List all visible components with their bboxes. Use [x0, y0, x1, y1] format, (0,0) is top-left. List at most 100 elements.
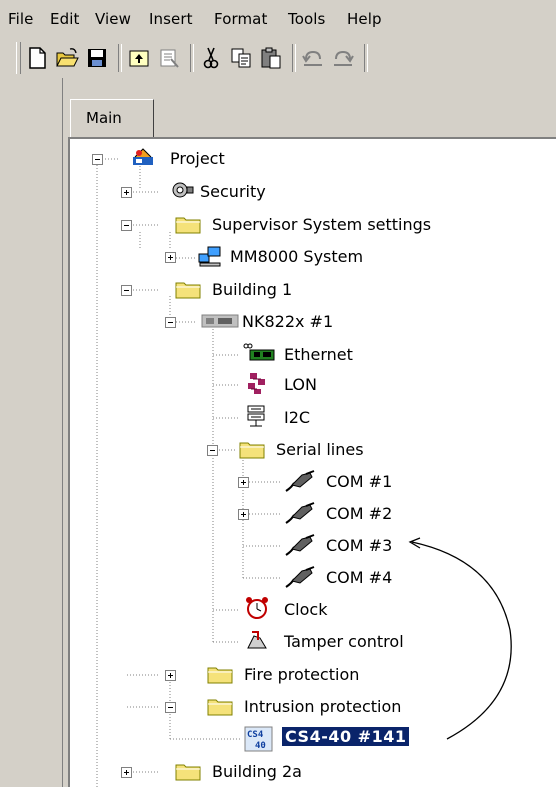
new-document-icon[interactable] [24, 45, 50, 71]
controller-icon [200, 309, 240, 333]
tree-node-com4[interactable]: COM #4 [282, 564, 422, 592]
project-icon [130, 145, 158, 169]
expand-building-2a[interactable] [121, 767, 132, 778]
expand-com1[interactable] [238, 477, 249, 488]
tree-node-supervisor-settings[interactable]: Supervisor System settings [168, 211, 508, 239]
badge-line2-text: 40 [255, 741, 266, 751]
toolbar-separator [364, 44, 368, 72]
collapse-intrusion-protection[interactable] [165, 702, 176, 713]
tree-node-label: NK822x #1 [242, 312, 334, 331]
tree-node-security[interactable]: Security [168, 178, 308, 206]
tree-node-label: Building 1 [212, 280, 293, 299]
collapse-serial-lines[interactable] [207, 445, 218, 456]
collapse-building-1[interactable] [121, 285, 132, 296]
redo-icon[interactable] [330, 45, 356, 71]
serial-cable-icon [284, 501, 318, 525]
save-disk-icon[interactable] [84, 45, 110, 71]
toolbar-separator [118, 44, 122, 72]
tree-node-lon[interactable]: LON [240, 371, 360, 399]
collapse-project[interactable] [92, 154, 103, 165]
copy-icon[interactable] [228, 45, 254, 71]
ethernet-card-icon [242, 341, 276, 365]
tree-node-fire-protection[interactable]: Fire protection [200, 661, 400, 689]
tree-node-tamper-control[interactable]: Tamper control [240, 628, 440, 656]
i2c-bus-icon [244, 404, 272, 428]
tab-main-label: Main [86, 109, 122, 127]
toolbar [0, 38, 556, 78]
tree-node-label-selected: CS4-40 #141 [282, 727, 410, 746]
tree-node-label: Security [200, 182, 266, 201]
tree-node-label: I2C [284, 408, 311, 427]
tree-node-com2[interactable]: COM #2 [282, 500, 422, 528]
tree-node-label: LON [284, 375, 317, 394]
menu-edit[interactable]: Edit [50, 10, 79, 28]
menu-view[interactable]: View [95, 10, 131, 28]
tree-node-label: Clock [284, 600, 328, 619]
tree-node-building-1[interactable]: Building 1 [168, 276, 308, 304]
menu-bar: File Edit View Insert Format Tools Help [0, 0, 556, 38]
expand-fire-protection[interactable] [165, 670, 176, 681]
tree-node-project[interactable]: Project [118, 145, 248, 173]
tamper-hand-icon [244, 628, 272, 652]
tree-node-nk822x[interactable]: NK822x #1 [200, 308, 370, 336]
toolbar-separator [292, 44, 296, 72]
serial-cable-icon [284, 565, 318, 589]
tree-node-i2c[interactable]: I2C [240, 404, 360, 432]
tree-node-com1[interactable]: COM #1 [282, 468, 422, 496]
tree-node-label: COM #1 [326, 472, 393, 491]
tree-node-ethernet[interactable]: Ethernet [240, 341, 400, 369]
tree-node-clock[interactable]: Clock [240, 596, 360, 624]
tab-main[interactable]: Main [70, 99, 154, 137]
left-panel [0, 78, 62, 787]
tree-node-label: COM #4 [326, 568, 393, 587]
paste-icon[interactable] [258, 45, 284, 71]
lon-network-icon [244, 371, 272, 395]
toolbar-separator [190, 44, 194, 72]
tree-node-mm8000-system[interactable]: MM8000 System [180, 243, 420, 271]
tree-node-cs4-40[interactable]: CS4 40 CS4-40 #141 [244, 725, 464, 753]
tree-node-label: Building 2a [212, 762, 302, 781]
tree-node-label: Intrusion protection [244, 697, 402, 716]
cs4-40-module-icon: CS4 40 [244, 726, 274, 752]
toolbar-grip[interactable] [16, 42, 21, 74]
tree-node-serial-lines[interactable]: Serial lines [238, 436, 400, 464]
collapse-supervisor-settings[interactable] [121, 220, 132, 231]
undo-icon[interactable] [300, 45, 326, 71]
alarm-clock-icon [244, 596, 272, 620]
menu-tools[interactable]: Tools [288, 10, 325, 28]
tree-node-label: COM #2 [326, 504, 393, 523]
tree-node-com3[interactable]: COM #3 [282, 532, 422, 560]
tree-node-label: Fire protection [244, 665, 360, 684]
menu-insert[interactable]: Insert [149, 10, 193, 28]
insert-object-icon[interactable] [126, 45, 152, 71]
open-folder-icon[interactable] [54, 45, 80, 71]
security-icon [168, 178, 196, 202]
tree-node-intrusion-protection[interactable]: Intrusion protection [200, 693, 460, 721]
expand-security[interactable] [121, 187, 132, 198]
folder-icon [238, 437, 266, 461]
folder-icon [174, 759, 202, 783]
expand-mm8000-system[interactable] [165, 252, 176, 263]
tree-node-label: MM8000 System [230, 247, 364, 266]
folder-icon [206, 694, 234, 718]
properties-icon[interactable] [156, 45, 182, 71]
folder-icon [206, 662, 234, 686]
tree-node-building-2a[interactable]: Building 2a [168, 758, 318, 786]
tree-node-label: Ethernet [284, 345, 353, 364]
folder-icon [174, 277, 202, 301]
tree-node-label: Supervisor System settings [212, 215, 432, 234]
menu-format[interactable]: Format [214, 10, 267, 28]
computer-icon [196, 244, 224, 268]
menu-help[interactable]: Help [347, 10, 382, 28]
tree-node-label: Tamper control [284, 632, 404, 651]
serial-cable-icon [284, 533, 318, 557]
menu-file[interactable]: File [8, 10, 34, 28]
expand-com2[interactable] [238, 509, 249, 520]
serial-cable-icon [284, 469, 318, 493]
tree-node-label: COM #3 [326, 536, 393, 555]
collapse-nk822x[interactable] [165, 317, 176, 328]
tree-node-label: Serial lines [276, 440, 364, 459]
badge-line1-text: CS4 [247, 730, 264, 740]
cut-scissors-icon[interactable] [198, 45, 224, 71]
folder-icon [174, 212, 202, 236]
